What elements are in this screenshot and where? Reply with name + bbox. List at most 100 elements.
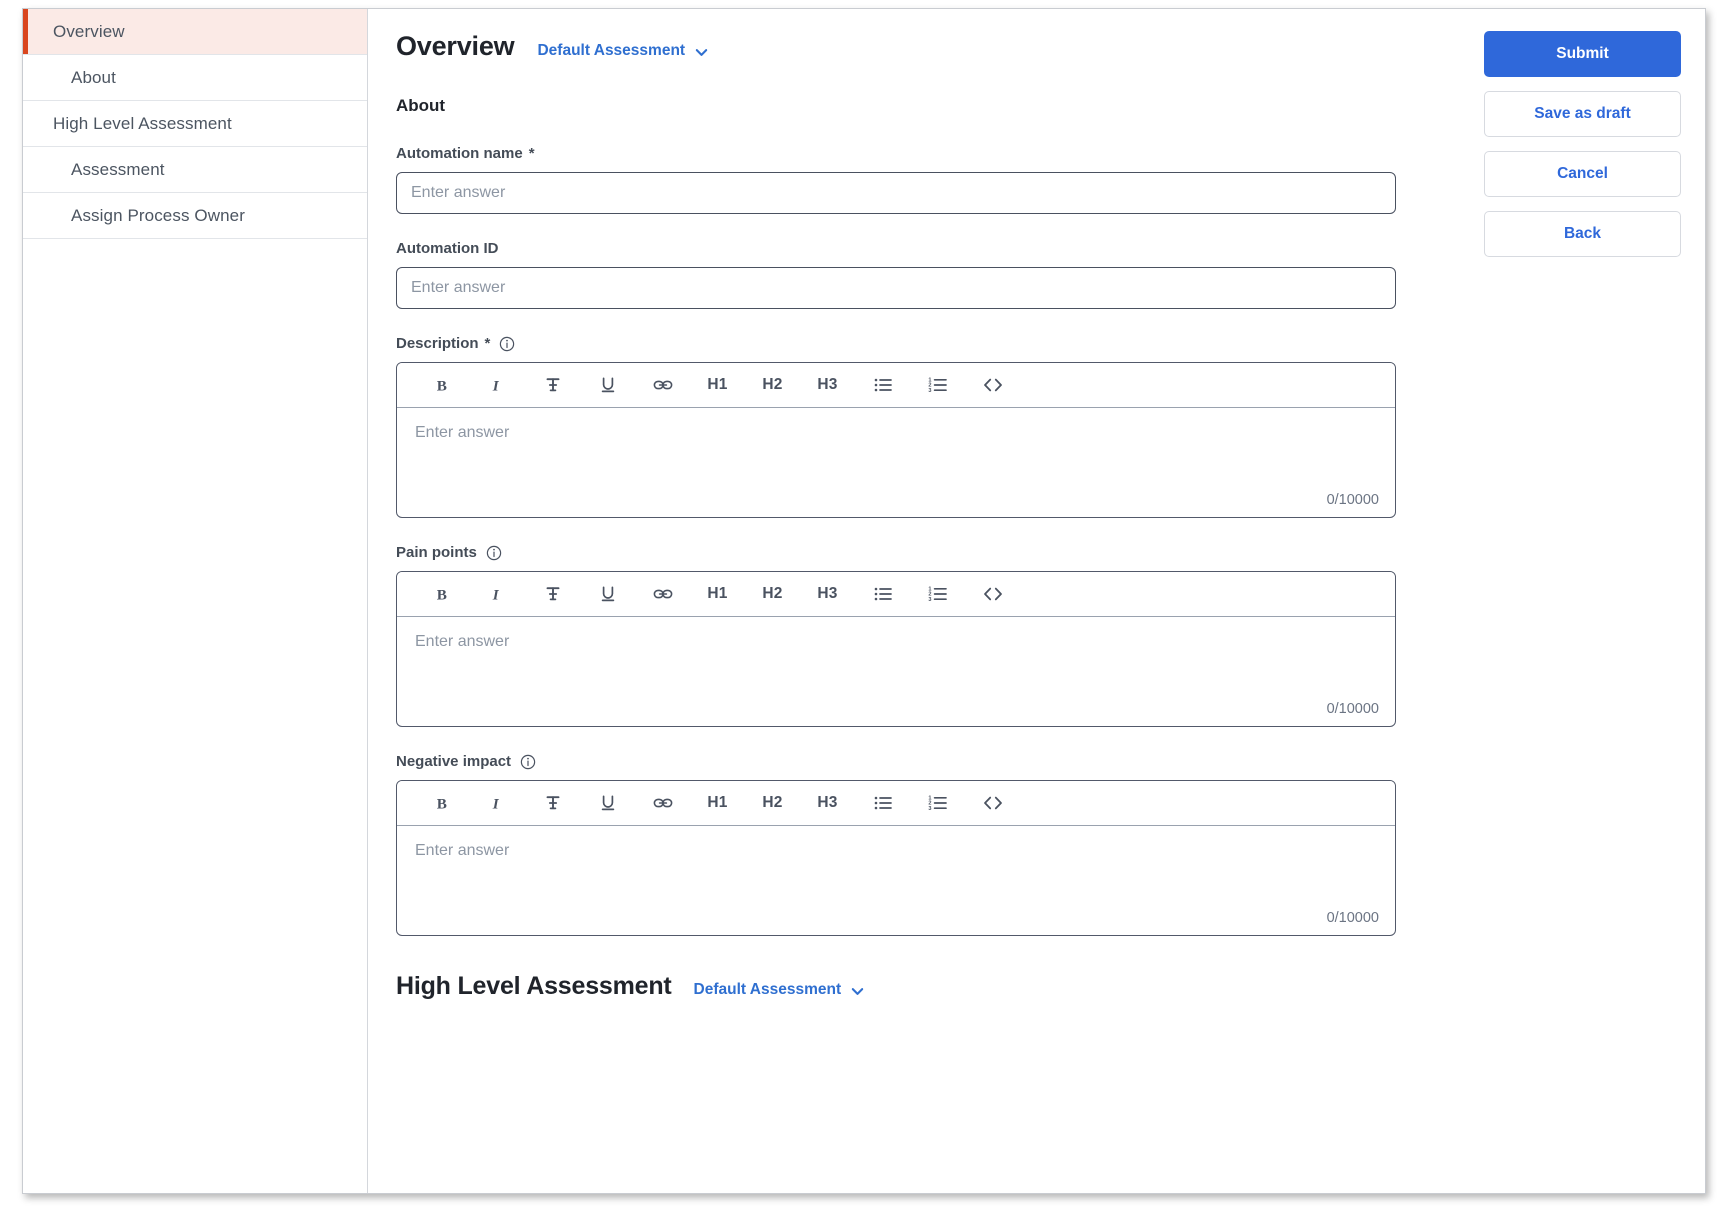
svg-text:B: B xyxy=(437,377,447,394)
character-counter: 0/10000 xyxy=(1326,701,1379,717)
italic-icon[interactable]: I xyxy=(470,368,525,402)
heading-1-button[interactable]: H1 xyxy=(690,368,745,402)
assessment-selector-high-level[interactable]: Default Assessment xyxy=(694,981,865,999)
sidebar-item-assign-process-owner[interactable]: Assign Process Owner xyxy=(23,193,367,239)
heading-3-button[interactable]: H3 xyxy=(800,368,855,402)
chevron-down-icon xyxy=(694,45,708,59)
numbered-list-icon[interactable]: 123 xyxy=(910,577,965,611)
heading-1-button[interactable]: H1 xyxy=(690,786,745,820)
underline-icon[interactable] xyxy=(580,786,635,820)
main-content: Overview Default Assessment About Automa… xyxy=(368,9,1705,1193)
heading-3-button[interactable]: H3 xyxy=(800,786,855,820)
about-section-heading: About xyxy=(396,96,446,115)
section-title: High Level Assessment xyxy=(396,972,672,1000)
page-title: Overview xyxy=(396,31,515,61)
info-icon[interactable] xyxy=(520,754,536,770)
field-negative-impact: Negative impact B I H1 H2 H3 1 2 3 Enter… xyxy=(396,753,1428,936)
screenshot-root: Overview About High Level Assessment Ass… xyxy=(0,0,1726,1208)
field-label-text: Pain points xyxy=(396,544,477,561)
field-label: Automation ID xyxy=(396,240,1428,257)
bold-icon[interactable]: B xyxy=(415,368,470,402)
field-description: Description * B I H1 H2 H3 1 2 3 Enter a… xyxy=(396,335,1428,518)
svg-text:3: 3 xyxy=(928,388,931,394)
heading-2-button[interactable]: H2 xyxy=(745,577,800,611)
back-button[interactable]: Back xyxy=(1484,211,1681,257)
bullet-list-icon[interactable] xyxy=(855,577,910,611)
field-label-text: Automation ID xyxy=(396,240,499,257)
description-editor-body[interactable]: Enter answer 0/10000 xyxy=(397,408,1395,517)
field-label: Pain points xyxy=(396,544,1428,561)
automation-id-input[interactable] xyxy=(396,267,1396,309)
character-counter: 0/10000 xyxy=(1326,492,1379,508)
code-icon[interactable] xyxy=(965,786,1020,820)
heading-2-button[interactable]: H2 xyxy=(745,786,800,820)
link-icon[interactable] xyxy=(635,368,690,402)
italic-icon[interactable]: I xyxy=(470,786,525,820)
sidebar-item-high-level-assessment[interactable]: High Level Assessment xyxy=(23,101,367,147)
heading-1-button[interactable]: H1 xyxy=(690,577,745,611)
underline-icon[interactable] xyxy=(580,368,635,402)
svg-text:I: I xyxy=(492,586,500,603)
automation-name-input[interactable] xyxy=(396,172,1396,214)
bold-icon[interactable]: B xyxy=(415,577,470,611)
italic-icon[interactable]: I xyxy=(470,577,525,611)
editor-placeholder: Enter answer xyxy=(415,633,510,650)
high-level-assessment-header: High Level Assessment Default Assessment xyxy=(396,972,1428,1001)
bullet-list-icon[interactable] xyxy=(855,368,910,402)
numbered-list-icon[interactable]: 123 xyxy=(910,786,965,820)
sidebar-item-assessment[interactable]: Assessment xyxy=(23,147,367,193)
heading-3-button[interactable]: H3 xyxy=(800,577,855,611)
field-label: Description * xyxy=(396,335,1428,352)
character-counter: 0/10000 xyxy=(1326,910,1379,926)
field-label-text: Automation name xyxy=(396,145,523,162)
save-as-draft-button[interactable]: Save as draft xyxy=(1484,91,1681,137)
field-label: Automation name * xyxy=(396,145,1428,162)
cancel-button[interactable]: Cancel xyxy=(1484,151,1681,197)
svg-text:I: I xyxy=(492,377,500,394)
negative-impact-editor-body[interactable]: Enter answer 0/10000 xyxy=(397,826,1395,935)
assessment-selector-overview[interactable]: Default Assessment xyxy=(537,42,708,60)
svg-text:3: 3 xyxy=(928,597,931,603)
sidebar-item-overview[interactable]: Overview xyxy=(23,9,367,55)
pain-points-rich-text-editor: B I H1 H2 H3 1 2 3 Enter answer 0/10000 xyxy=(396,571,1396,727)
strikethrough-icon[interactable] xyxy=(525,786,580,820)
sidebar-navigation: Overview About High Level Assessment Ass… xyxy=(23,9,368,1193)
numbered-list-icon[interactable]: 123 xyxy=(910,368,965,402)
code-icon[interactable] xyxy=(965,577,1020,611)
required-marker: * xyxy=(484,335,491,352)
heading-2-button[interactable]: H2 xyxy=(745,368,800,402)
code-icon[interactable] xyxy=(965,368,1020,402)
chevron-down-icon xyxy=(850,984,864,998)
info-icon[interactable] xyxy=(499,336,515,352)
underline-icon[interactable] xyxy=(580,577,635,611)
bullet-list-icon[interactable] xyxy=(855,786,910,820)
editor-toolbar: B I H1 H2 H3 1 2 3 xyxy=(397,363,1395,408)
description-rich-text-editor: B I H1 H2 H3 1 2 3 Enter answer 0/10000 xyxy=(396,362,1396,518)
sidebar-item-label: Overview xyxy=(53,21,125,41)
editor-placeholder: Enter answer xyxy=(415,424,510,441)
assessment-selector-label: Default Assessment xyxy=(693,981,842,998)
strikethrough-icon[interactable] xyxy=(525,368,580,402)
editor-toolbar: B I H1 H2 H3 1 2 3 xyxy=(397,781,1395,826)
link-icon[interactable] xyxy=(635,577,690,611)
required-marker: * xyxy=(528,145,535,162)
link-icon[interactable] xyxy=(635,786,690,820)
pain-points-editor-body[interactable]: Enter answer 0/10000 xyxy=(397,617,1395,726)
bold-icon[interactable]: B xyxy=(415,786,470,820)
editor-placeholder: Enter answer xyxy=(415,842,510,859)
submit-button[interactable]: Submit xyxy=(1484,31,1681,77)
field-pain-points: Pain points B I H1 H2 H3 1 2 3 Enter ans… xyxy=(396,544,1428,727)
sidebar-item-label: About xyxy=(71,67,116,87)
action-buttons-panel: Submit Save as draft Cancel Back xyxy=(1484,31,1681,257)
sidebar-item-about[interactable]: About xyxy=(23,55,367,101)
negative-impact-rich-text-editor: B I H1 H2 H3 1 2 3 Enter answer 0/10000 xyxy=(396,780,1396,936)
svg-text:B: B xyxy=(437,586,447,603)
field-automation-id: Automation ID xyxy=(396,240,1428,309)
strikethrough-icon[interactable] xyxy=(525,577,580,611)
svg-text:I: I xyxy=(492,795,500,812)
info-icon[interactable] xyxy=(486,545,502,561)
page-header: Overview Default Assessment xyxy=(396,31,1428,62)
field-automation-name: Automation name * xyxy=(396,145,1428,214)
form-column: Overview Default Assessment About Automa… xyxy=(368,31,1428,1001)
sidebar-item-label: Assign Process Owner xyxy=(71,205,245,225)
